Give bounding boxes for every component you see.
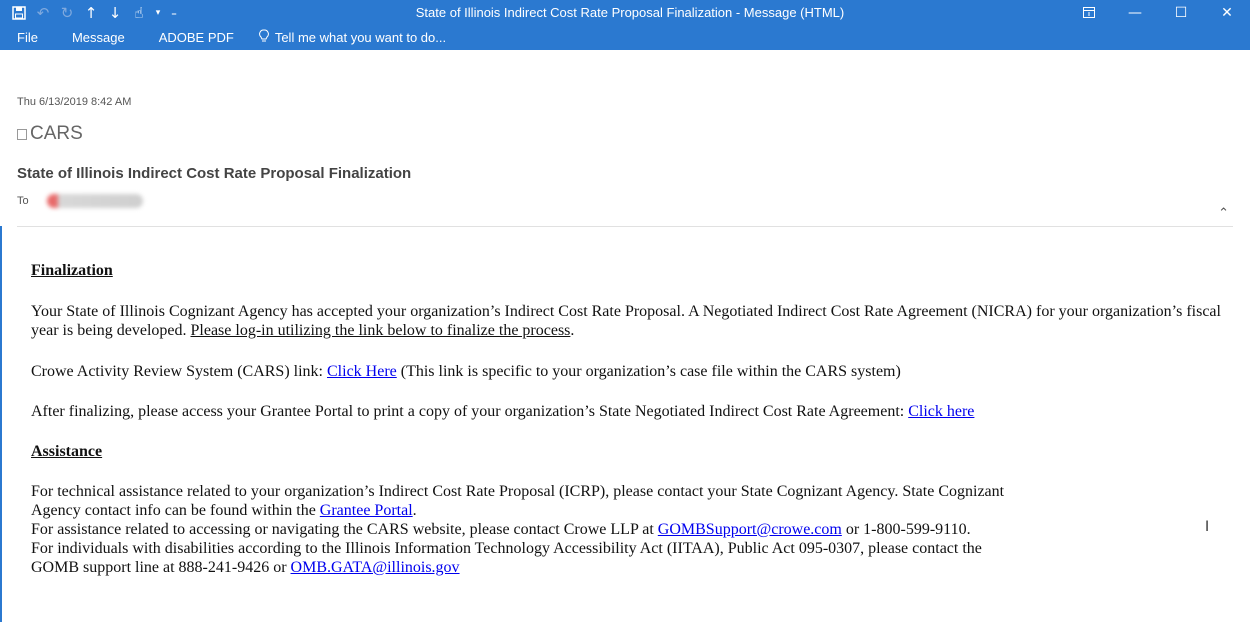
grantee-portal-prefix: After finalizing, please access your Gra…	[31, 403, 909, 420]
customize-dropdown-icon[interactable]: ₌	[165, 0, 183, 25]
minimize-icon[interactable]: —	[1112, 0, 1158, 25]
text-cursor-icon: I	[1205, 519, 1210, 535]
sender-checkbox-icon	[17, 128, 27, 140]
tell-me-search[interactable]: Tell me what you want to do...	[258, 29, 447, 46]
reading-pane-edge	[0, 226, 2, 622]
up-arrow-icon[interactable]: ↑	[79, 0, 103, 25]
cars-link-suffix: (This link is specific to your organizat…	[396, 363, 901, 380]
cars-website-assistance: For assistance related to accessing or n…	[31, 520, 1231, 539]
grantee-portal-paragraph: After finalizing, please access your Gra…	[31, 402, 1231, 421]
message-header: Thu 6/13/2019 8:42 AM CARS State of Illi…	[0, 50, 1250, 227]
header-divider	[17, 226, 1233, 227]
cars-link-paragraph: Crowe Activity Review System (CARS) link…	[31, 362, 1231, 381]
tell-me-text: Tell me what you want to do...	[274, 30, 447, 45]
sent-date: Thu 6/13/2019 8:42 AM	[17, 96, 132, 108]
maximize-icon[interactable]: ☐	[1158, 0, 1204, 25]
to-line: To	[17, 194, 143, 208]
accessibility-prefix: GOMB support line at 888-241-9426 or	[31, 559, 291, 576]
down-arrow-icon[interactable]: ↓	[103, 0, 127, 25]
cars-website-suffix: or 1-800-599-9110.	[841, 521, 971, 538]
assistance-heading: Assistance	[31, 443, 103, 460]
finalization-paragraph: Your State of Illinois Cognizant Agency …	[31, 302, 1231, 340]
recipient-redacted[interactable]	[46, 194, 143, 208]
technical-assistance-line1: For technical assistance related to your…	[31, 483, 1005, 500]
accessibility-line2: GOMB support line at 888-241-9426 or OMB…	[31, 558, 1231, 577]
omb-gata-email-link[interactable]: OMB.GATA@illinois.gov	[291, 559, 460, 576]
technical-assistance-paragraph: For technical assistance related to your…	[31, 482, 1231, 577]
ribbon-tabs: File Message ADOBE PDF Tell me what you …	[0, 25, 446, 50]
to-label: To	[17, 195, 29, 207]
cars-link-prefix: Crowe Activity Review System (CARS) link…	[31, 363, 327, 380]
window-title: State of Illinois Indirect Cost Rate Pro…	[0, 0, 1250, 25]
accessibility-line1: For individuals with disabilities accord…	[31, 540, 982, 557]
finalization-underlined-text: Please log-in utilizing the link below t…	[190, 322, 571, 339]
technical-assistance-prefix: Agency contact info can be found within …	[31, 502, 320, 519]
cars-website-prefix: For assistance related to accessing or n…	[31, 521, 658, 538]
touch-dropdown-icon[interactable]: ▾	[151, 0, 165, 25]
finalization-end: .	[570, 322, 575, 339]
cars-click-here-link[interactable]: Click Here	[327, 363, 397, 380]
undo-icon[interactable]: ↶	[31, 0, 55, 25]
grantee-click-here-link[interactable]: Click here	[908, 403, 974, 420]
sender[interactable]: CARS	[17, 123, 83, 145]
save-icon[interactable]	[7, 0, 31, 25]
tab-message[interactable]: Message	[72, 30, 125, 45]
window-controls: — ☐ ✕	[1066, 0, 1250, 25]
lightbulb-icon	[258, 29, 269, 46]
gomb-support-email-link[interactable]: GOMBSupport@crowe.com	[658, 521, 842, 538]
collapse-header-icon[interactable]: ⌃	[1218, 206, 1229, 221]
technical-assistance-line2: Agency contact info can be found within …	[31, 501, 1231, 520]
touch-mode-icon[interactable]: ☝	[127, 0, 151, 25]
grantee-portal-link[interactable]: Grantee Portal	[320, 502, 413, 519]
window-title-text: State of Illinois Indirect Cost Rate Pro…	[415, 5, 845, 20]
finalization-heading: Finalization	[31, 262, 113, 279]
message-subject: State of Illinois Indirect Cost Rate Pro…	[17, 165, 412, 182]
tab-adobe-pdf[interactable]: ADOBE PDF	[159, 30, 234, 45]
redo-icon[interactable]: ↻	[55, 0, 79, 25]
title-bar: ↶ ↻ ↑ ↓ ☝ ▾ ₌ State of Illinois Indirect…	[0, 0, 1250, 50]
tab-file[interactable]: File	[17, 30, 38, 45]
close-icon[interactable]: ✕	[1204, 0, 1250, 25]
quick-access-toolbar: ↶ ↻ ↑ ↓ ☝ ▾ ₌	[0, 0, 183, 25]
ribbon-display-options-icon[interactable]	[1066, 0, 1112, 25]
sender-name: CARS	[30, 123, 83, 144]
technical-assistance-suffix: .	[412, 502, 417, 519]
